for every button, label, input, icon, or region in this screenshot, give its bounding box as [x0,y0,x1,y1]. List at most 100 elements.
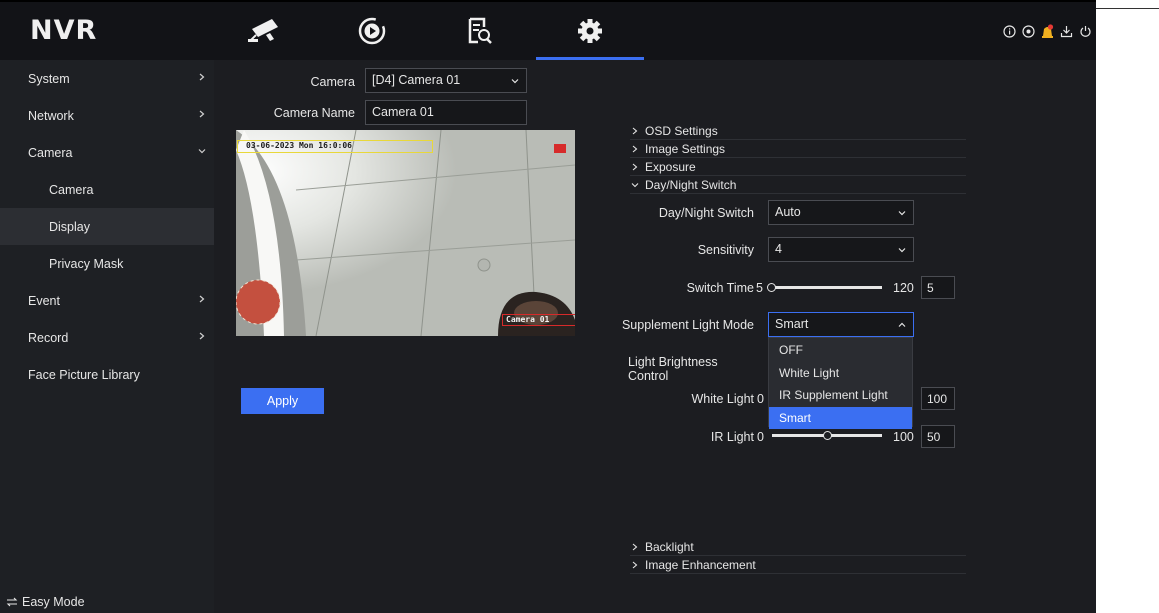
ir-light-slider-handle[interactable] [823,431,832,440]
section-osd-settings[interactable]: OSD Settings [630,122,966,140]
osd-date-overlay[interactable]: 03-06-2023 Mon 16:0:06 [237,140,433,153]
sidebar-item-face-picture-library[interactable]: Face Picture Library [0,356,214,393]
sidebar-item-label: System [28,71,70,86]
sidebar-item-network[interactable]: Network [0,97,214,134]
chevron-down-icon [198,149,206,154]
status-icon[interactable] [1021,24,1035,38]
switch-time-min: 5 [756,281,763,295]
chevron-right-icon [199,295,205,303]
power-icon[interactable] [1078,24,1092,38]
header-actions [1002,23,1092,38]
sidebar-item-label: Event [28,293,60,308]
supplement-light-mode-select[interactable]: Smart [768,312,914,337]
section-label: OSD Settings [645,123,718,138]
white-light-input[interactable]: 100 [921,387,955,410]
section-exposure[interactable]: Exposure [630,158,966,176]
switch-time-label: Switch Time [686,281,754,295]
chevron-down-icon [631,182,639,187]
camera-icon [248,19,278,42]
switch-time-input[interactable]: 5 [921,276,955,299]
day-night-switch-select[interactable]: Auto [768,200,914,225]
chevron-right-icon [632,145,638,152]
camera-name-value: Camera 01 [372,105,434,119]
section-label: Image Settings [645,141,726,156]
chevron-up-icon [898,322,906,327]
sensitivity-select[interactable]: 4 [768,237,914,262]
sidebar-subitem-privacy-mask[interactable]: Privacy Mask [0,245,214,282]
sidebar-item-record[interactable]: Record [0,319,214,356]
gear-icon [578,19,602,43]
chevron-right-icon [632,127,638,134]
tab-search[interactable] [426,2,534,60]
chevron-right-icon [199,110,205,118]
white-light-min: 0 [757,392,764,406]
sidebar-item-label: Network [28,108,74,123]
camera-name-input[interactable]: Camera 01 [365,100,527,125]
easy-mode-toggle[interactable]: Easy Mode [6,595,85,609]
download-icon[interactable] [1059,24,1073,38]
info-icon[interactable] [1002,24,1016,38]
nvr-logo: NVR [30,15,98,46]
tab-settings[interactable] [536,2,644,60]
sidebar-subitem-camera[interactable]: Camera [0,171,214,208]
sidebar-item-label: Display [49,219,90,234]
dropdown-option-smart[interactable]: Smart [769,407,912,429]
chevron-down-icon [511,79,519,84]
camera-name-label: Camera Name [273,106,355,120]
sidebar-item-label: Record [28,330,69,345]
sensitivity-value: 4 [775,242,782,256]
sidebar-item-label: Privacy Mask [49,256,124,271]
camera-preview: 03-06-2023 Mon 16:0:06 Camera 01 [236,130,575,336]
chevron-right-icon [199,73,205,81]
camera-select-value: [D4] Camera 01 [372,73,461,87]
sidebar-item-camera[interactable]: Camera [0,134,214,171]
ir-light-label: IR Light [710,430,754,444]
playback-icon [358,17,386,45]
day-night-switch-value: Auto [775,205,801,219]
top-bar: NVR [0,0,1096,60]
preview-scene [236,130,575,336]
sidebar-item-event[interactable]: Event [0,282,214,319]
light-brightness-control-label: Light Brightness Control [628,355,718,383]
switch-time-slider-handle[interactable] [767,283,776,292]
switch-time-slider[interactable] [769,286,882,289]
section-label: Backlight [645,539,694,554]
dropdown-option-off[interactable]: OFF [769,339,912,361]
chevron-right-icon [632,163,638,170]
nvr-app: NVR System Network Camera Camera Display… [0,0,1096,613]
ir-light-max: 100 [893,430,914,444]
section-image-settings[interactable]: Image Settings [630,140,966,158]
chevron-right-icon [199,332,205,340]
dropdown-option-white-light[interactable]: White Light [769,362,912,384]
supplement-light-mode-label: Supplement Light Mode [621,318,754,332]
easy-mode-label: Easy Mode [22,595,85,609]
chevron-down-icon [898,248,906,253]
supplement-light-mode-value: Smart [775,317,809,331]
white-light-label: White Light [691,392,754,406]
tab-live-view[interactable] [210,2,318,60]
ir-light-input[interactable]: 50 [921,425,955,448]
apply-button[interactable]: Apply [241,388,324,414]
sidebar-subitem-display[interactable]: Display [0,208,214,245]
switch-time-max: 120 [893,281,914,295]
section-day-night-switch[interactable]: Day/Night Switch [630,176,966,194]
tab-playback[interactable] [318,2,426,60]
window-edge-line [1096,8,1159,9]
day-night-switch-label: Day/Night Switch [658,206,754,220]
dropdown-option-ir-supplement-light[interactable]: IR Supplement Light [769,384,912,406]
sidebar-item-label: Camera [28,145,73,160]
record-indicator-icon [554,144,566,153]
camera-select[interactable]: [D4] Camera 01 [365,68,527,93]
file-search-icon [468,17,492,44]
sensitivity-label: Sensitivity [697,243,754,257]
supplement-light-mode-dropdown: OFF White Light IR Supplement Light Smar… [768,337,913,429]
sidebar-item-system[interactable]: System [0,60,214,97]
section-backlight[interactable]: Backlight [630,538,966,556]
chevron-right-icon [632,543,638,550]
section-image-enhancement[interactable]: Image Enhancement [630,556,966,574]
section-label: Day/Night Switch [645,177,737,192]
sidebar-item-label: Camera [49,182,94,197]
alarm-icon[interactable] [1040,23,1054,38]
osd-name-overlay[interactable]: Camera 01 [502,314,575,326]
sidebar-item-label: Face Picture Library [28,367,140,382]
